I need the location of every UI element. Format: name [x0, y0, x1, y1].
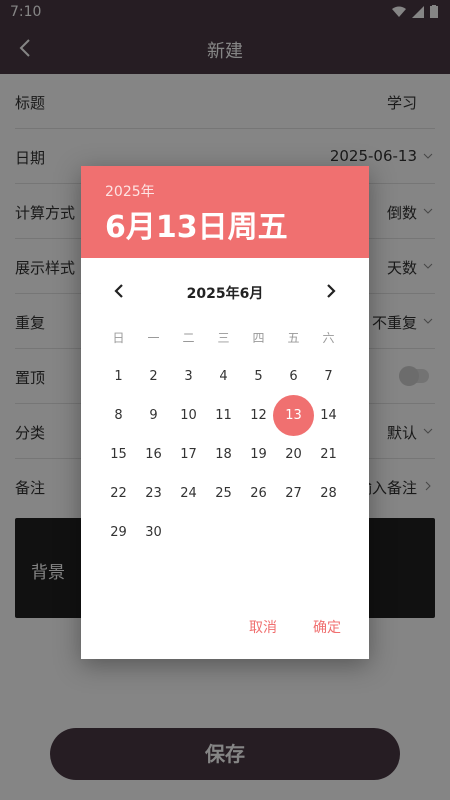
- chevron-right-icon[interactable]: [323, 282, 339, 300]
- weekday-label: 一: [147, 331, 160, 345]
- calendar-day[interactable]: 29: [101, 515, 136, 550]
- month-navigation: 2025年6月: [81, 276, 369, 306]
- calendar-week: 29 30: [101, 515, 361, 550]
- calendar-day[interactable]: 28: [311, 476, 346, 511]
- date-picker-dialog: 2025年 6月13日周五 2025年6月 日 一 二 三 四 五 六 1 2 …: [81, 166, 369, 659]
- calendar-day[interactable]: 4: [206, 359, 241, 394]
- date-picker-header: 2025年 6月13日周五: [81, 166, 369, 258]
- calendar-day[interactable]: 1: [101, 359, 136, 394]
- calendar-day[interactable]: 25: [206, 476, 241, 511]
- calendar-day[interactable]: 9: [136, 398, 171, 433]
- weekday-label: 三: [217, 331, 230, 345]
- calendar-day[interactable]: 30: [136, 515, 171, 550]
- weekday-label: 五: [287, 331, 300, 345]
- weekday-label: 四: [252, 331, 265, 345]
- cancel-button[interactable]: 取消: [249, 617, 277, 637]
- weekday-label: 六: [322, 331, 335, 345]
- calendar-day[interactable]: 8: [101, 398, 136, 433]
- calendar-day[interactable]: 23: [136, 476, 171, 511]
- calendar-day[interactable]: 19: [241, 437, 276, 472]
- calendar-week: 1 2 3 4 5 6 7: [101, 359, 361, 394]
- calendar-day[interactable]: 14: [311, 398, 346, 433]
- calendar-day[interactable]: 22: [101, 476, 136, 511]
- calendar-day-selected[interactable]: 13: [273, 395, 314, 436]
- calendar-day[interactable]: 10: [171, 398, 206, 433]
- weekday-header: 日 一 二 三 四 五 六: [101, 321, 361, 356]
- calendar-day[interactable]: 3: [171, 359, 206, 394]
- weekday-label: 日: [112, 331, 125, 345]
- calendar-day[interactable]: 17: [171, 437, 206, 472]
- calendar-day[interactable]: 24: [171, 476, 206, 511]
- calendar-day[interactable]: 15: [101, 437, 136, 472]
- calendar-day[interactable]: 5: [241, 359, 276, 394]
- calendar-day[interactable]: 2: [136, 359, 171, 394]
- calendar-week: 8 9 10 11 12 13 14: [101, 395, 361, 436]
- calendar-day[interactable]: 12: [241, 398, 276, 433]
- calendar-week: 22 23 24 25 26 27 28: [101, 476, 361, 511]
- header-year[interactable]: 2025年: [105, 181, 155, 201]
- calendar-day[interactable]: 18: [206, 437, 241, 472]
- calendar-day[interactable]: 7: [311, 359, 346, 394]
- calendar-week: 15 16 17 18 19 20 21: [101, 437, 361, 472]
- calendar-day[interactable]: 11: [206, 398, 241, 433]
- ok-button[interactable]: 确定: [313, 617, 341, 637]
- dialog-actions: 取消 确定: [249, 617, 341, 637]
- calendar-day[interactable]: 21: [311, 437, 346, 472]
- calendar-day[interactable]: 16: [136, 437, 171, 472]
- weekday-label: 二: [182, 331, 195, 345]
- calendar-day[interactable]: 20: [276, 437, 311, 472]
- header-selected-date: 6月13日周五: [105, 210, 288, 245]
- calendar-day[interactable]: 26: [241, 476, 276, 511]
- calendar-day[interactable]: 27: [276, 476, 311, 511]
- calendar-day[interactable]: 6: [276, 359, 311, 394]
